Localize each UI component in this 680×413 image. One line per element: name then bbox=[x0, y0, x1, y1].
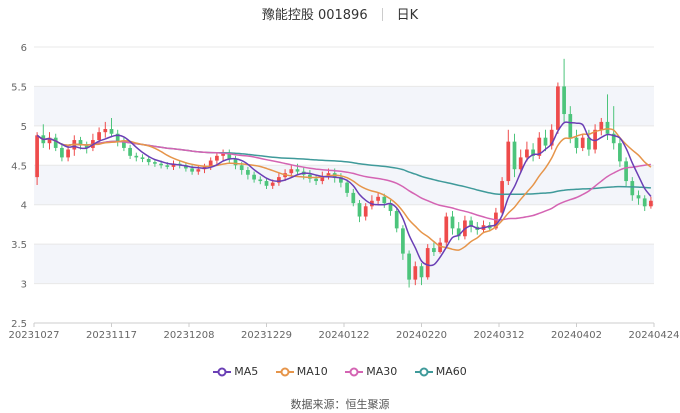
candle-body bbox=[289, 169, 294, 174]
candle-body bbox=[109, 129, 114, 134]
legend-ma10[interactable]: MA10 bbox=[275, 365, 328, 378]
y-tick-label: 6 bbox=[21, 43, 27, 54]
candle-body bbox=[432, 248, 436, 253]
data-source: 数据来源：恒生聚源 bbox=[0, 396, 680, 412]
x-tick-label: 20231208 bbox=[164, 330, 215, 341]
candle-body bbox=[642, 198, 647, 207]
candle-body bbox=[233, 158, 238, 166]
candle-body bbox=[630, 181, 635, 196]
candle-body bbox=[215, 155, 219, 161]
candle-body bbox=[103, 129, 108, 133]
candle-body bbox=[97, 132, 101, 141]
grid-band bbox=[34, 244, 654, 284]
legend: MA5 MA10 MA30 MA60 bbox=[0, 365, 680, 378]
candle-body bbox=[351, 192, 356, 204]
candle-body bbox=[562, 86, 566, 115]
candle-body bbox=[146, 158, 151, 163]
candle-body bbox=[624, 161, 628, 182]
candle-body bbox=[270, 182, 275, 186]
candle-body bbox=[196, 169, 201, 172]
ma60-legend-icon bbox=[414, 367, 433, 377]
candle-body bbox=[444, 216, 449, 243]
source-name: 恒生聚源 bbox=[345, 398, 390, 411]
candle-body bbox=[636, 195, 641, 199]
candle-body bbox=[425, 248, 430, 278]
y-tick-label: 5.5 bbox=[11, 82, 27, 93]
candle-body bbox=[295, 169, 300, 172]
candle-body bbox=[407, 253, 411, 280]
candle-body bbox=[618, 143, 622, 162]
candle-body bbox=[60, 147, 64, 158]
ma10-legend-icon bbox=[275, 367, 294, 377]
candle-body bbox=[252, 174, 256, 180]
candle-body bbox=[190, 168, 194, 172]
candle-body bbox=[413, 266, 418, 280]
candle-body bbox=[556, 86, 560, 130]
candle-body bbox=[500, 181, 504, 213]
source-label: 数据来源： bbox=[290, 398, 346, 411]
ma30-legend-icon bbox=[345, 367, 364, 377]
candle-body bbox=[450, 216, 455, 229]
x-tick-label: 20231027 bbox=[9, 330, 60, 341]
candle-body bbox=[649, 200, 653, 207]
candle-body bbox=[165, 165, 170, 167]
legend-ma30[interactable]: MA30 bbox=[345, 365, 397, 378]
x-tick-label: 20240402 bbox=[551, 330, 602, 341]
x-tick-label: 20231229 bbox=[241, 330, 292, 341]
candle-body bbox=[264, 181, 269, 186]
candle-body bbox=[382, 196, 387, 204]
candle-body bbox=[128, 147, 132, 156]
candle-body bbox=[134, 155, 139, 158]
legend-ma5[interactable]: MA5 bbox=[213, 365, 258, 378]
candle-body bbox=[568, 114, 573, 138]
candle-body bbox=[53, 137, 58, 148]
candle-body bbox=[159, 163, 163, 166]
y-tick-label: 3.5 bbox=[11, 240, 27, 251]
candle-body bbox=[246, 170, 250, 175]
candle-body bbox=[239, 165, 244, 171]
candle-body bbox=[518, 157, 523, 170]
candle-body bbox=[345, 182, 349, 193]
candle-body bbox=[363, 206, 368, 217]
x-tick-label: 20240122 bbox=[319, 330, 370, 341]
y-tick-label: 2.5 bbox=[11, 319, 27, 330]
candle-body bbox=[376, 196, 380, 201]
candle-body bbox=[140, 157, 145, 159]
candle-body bbox=[401, 228, 405, 254]
y-tick-label: 5 bbox=[21, 122, 27, 133]
candle-body bbox=[394, 211, 399, 229]
x-tick-label: 20240424 bbox=[629, 330, 680, 341]
y-tick-label: 3 bbox=[21, 280, 27, 291]
candle-body bbox=[258, 179, 263, 182]
candle-body bbox=[599, 121, 604, 130]
candle-body bbox=[153, 162, 157, 164]
candlestick-chart: 2.5 3 3.5 4 4.5 5 5.5 6 20231027 20231117 20231208… bbox=[9, 43, 680, 341]
candle-body bbox=[543, 137, 548, 146]
candle-body bbox=[574, 137, 579, 148]
candle-body bbox=[506, 141, 511, 182]
x-tick-label: 20240220 bbox=[396, 330, 447, 341]
x-tick-label: 20231117 bbox=[86, 330, 137, 341]
y-tick-label: 4.5 bbox=[11, 161, 27, 172]
candle-body bbox=[525, 149, 529, 158]
candle-body bbox=[605, 121, 610, 134]
candle-body bbox=[66, 149, 70, 158]
ma5-legend-icon bbox=[213, 367, 232, 377]
candle-body bbox=[314, 178, 318, 182]
candle-body bbox=[35, 135, 39, 178]
legend-ma60[interactable]: MA60 bbox=[414, 365, 467, 378]
x-tick-label: 20240312 bbox=[474, 330, 525, 341]
candle-body bbox=[357, 203, 362, 217]
grid-band bbox=[34, 86, 654, 126]
candle-body bbox=[580, 137, 585, 148]
candle-body bbox=[512, 141, 517, 170]
y-tick-label: 4 bbox=[21, 201, 27, 212]
candle-body bbox=[419, 266, 424, 278]
